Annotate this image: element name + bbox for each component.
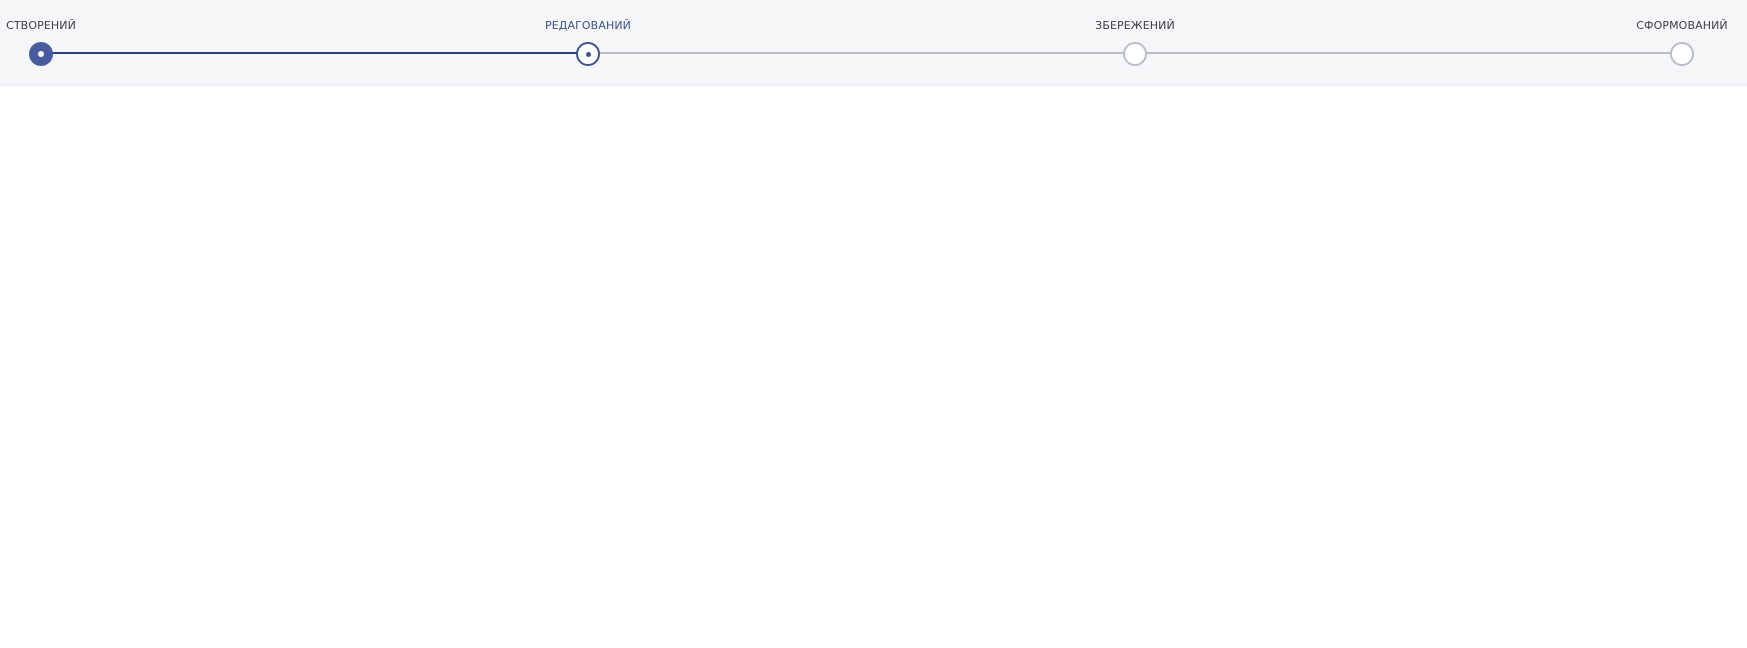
main-content-area: [0, 86, 1747, 648]
step-node-saved[interactable]: [1123, 42, 1147, 66]
step-node-formed[interactable]: [1670, 42, 1694, 66]
step-current-icon: [585, 51, 591, 57]
step-complete-icon: [38, 51, 44, 57]
step-connector-3: [1135, 52, 1682, 54]
step-node-created[interactable]: [29, 42, 53, 66]
step-node-edited[interactable]: [576, 42, 600, 66]
step-connector-2: [588, 52, 1135, 54]
step-label-edited: РЕДАГОВАНИЙ: [545, 19, 631, 32]
step-connector-1: [41, 52, 588, 54]
step-label-created: СТВОРЕНИЙ: [6, 19, 76, 32]
step-label-saved: ЗБЕРЕЖЕНИЙ: [1095, 19, 1175, 32]
step-label-formed: СФОРМОВАНИЙ: [1636, 19, 1728, 32]
status-stepper: СТВОРЕНИЙ РЕДАГОВАНИЙ ЗБЕРЕЖЕНИЙ СФОРМОВ…: [0, 0, 1747, 86]
